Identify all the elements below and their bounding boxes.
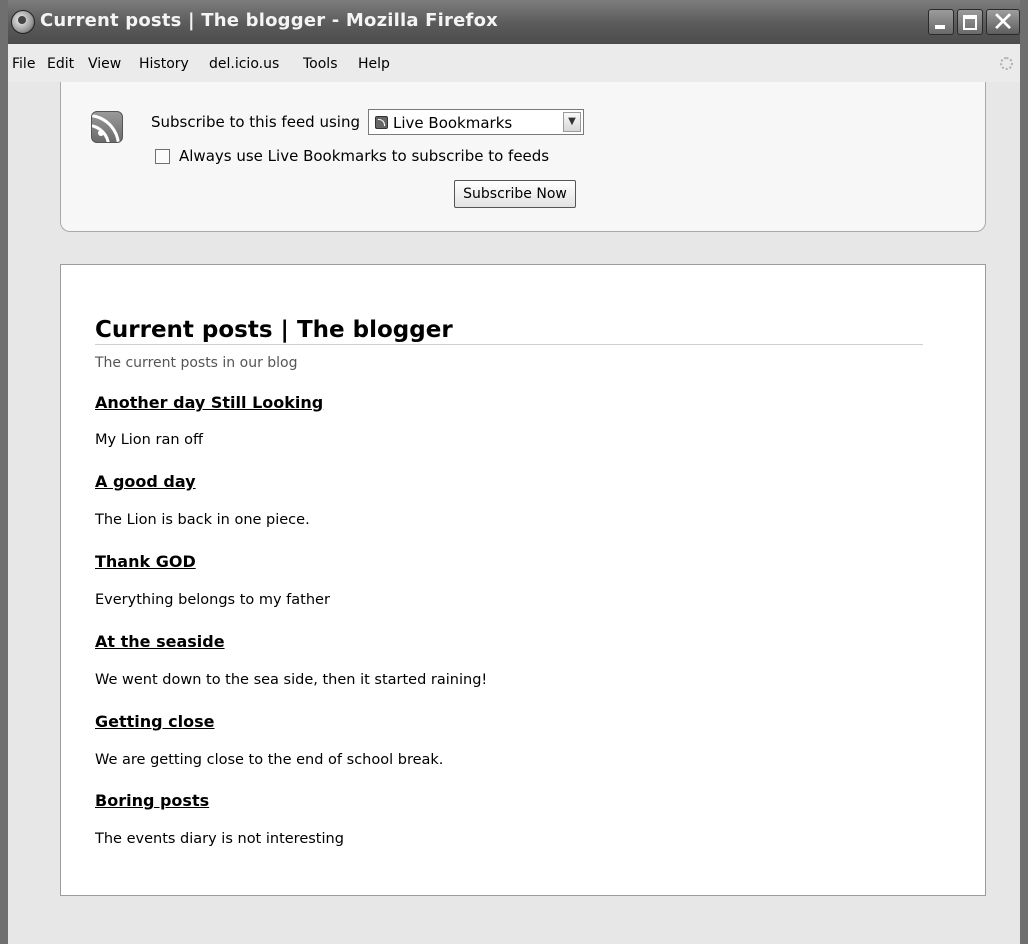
firefox-icon xyxy=(11,10,35,34)
entry-body: Everything belongs to my father xyxy=(95,592,330,608)
entry-body: The events diary is not interesting xyxy=(95,831,344,847)
close-icon: ✕ xyxy=(991,7,1015,38)
menu-tools[interactable]: Tools xyxy=(303,56,338,72)
entry-title-link[interactable]: Another day Still Looking xyxy=(95,393,323,412)
live-bookmarks-icon xyxy=(375,116,388,129)
feed-reader-select[interactable]: Live Bookmarks ▼ xyxy=(368,109,584,135)
window-title: Current posts | The blogger - Mozilla Fi… xyxy=(40,10,498,31)
maximize-button[interactable] xyxy=(957,9,983,35)
entry-title-link[interactable]: A good day xyxy=(95,472,196,491)
menu-bar: File Edit View History del.icio.us Tools… xyxy=(8,44,1020,82)
feed-subtitle: The current posts in our blog xyxy=(95,355,298,371)
entry-body: The Lion is back in one piece. xyxy=(95,512,310,528)
minimize-button[interactable] xyxy=(928,9,954,35)
feed-content: Current posts | The blogger The current … xyxy=(60,264,986,896)
close-button[interactable]: ✕ xyxy=(986,7,1020,38)
entry-body: My Lion ran off xyxy=(95,432,203,448)
menu-history[interactable]: History xyxy=(139,56,189,72)
entry-title-link[interactable]: Thank GOD xyxy=(95,552,196,571)
always-use-label[interactable]: Always use Live Bookmarks to subscribe t… xyxy=(179,147,549,165)
entry-title-link[interactable]: Getting close xyxy=(95,712,215,731)
feed-reader-value: Live Bookmarks xyxy=(393,114,513,132)
chevron-down-icon[interactable]: ▼ xyxy=(563,112,581,132)
always-use-checkbox[interactable] xyxy=(155,149,170,164)
menu-file[interactable]: File xyxy=(12,56,35,72)
entry-body: We went down to the sea side, then it st… xyxy=(95,672,488,688)
menu-edit[interactable]: Edit xyxy=(47,56,74,72)
menu-delicious[interactable]: del.icio.us xyxy=(209,56,279,72)
feed-title: Current posts | The blogger xyxy=(95,317,453,343)
entry-body: We are getting close to the end of schoo… xyxy=(95,752,444,768)
menu-help[interactable]: Help xyxy=(358,56,390,72)
title-bar[interactable]: Current posts | The blogger - Mozilla Fi… xyxy=(8,0,1020,44)
subscribe-label: Subscribe to this feed using xyxy=(151,113,360,131)
title-divider xyxy=(95,344,923,345)
subscribe-panel: Subscribe to this feed using Live Bookma… xyxy=(60,82,986,232)
menu-view[interactable]: View xyxy=(88,56,121,72)
throbber-icon xyxy=(1000,57,1013,70)
subscribe-now-button[interactable]: Subscribe Now xyxy=(454,180,576,208)
entry-title-link[interactable]: Boring posts xyxy=(95,791,209,810)
entry-title-link[interactable]: At the seaside xyxy=(95,632,225,651)
browser-window: Current posts | The blogger - Mozilla Fi… xyxy=(0,0,1028,944)
rss-icon xyxy=(91,111,123,143)
